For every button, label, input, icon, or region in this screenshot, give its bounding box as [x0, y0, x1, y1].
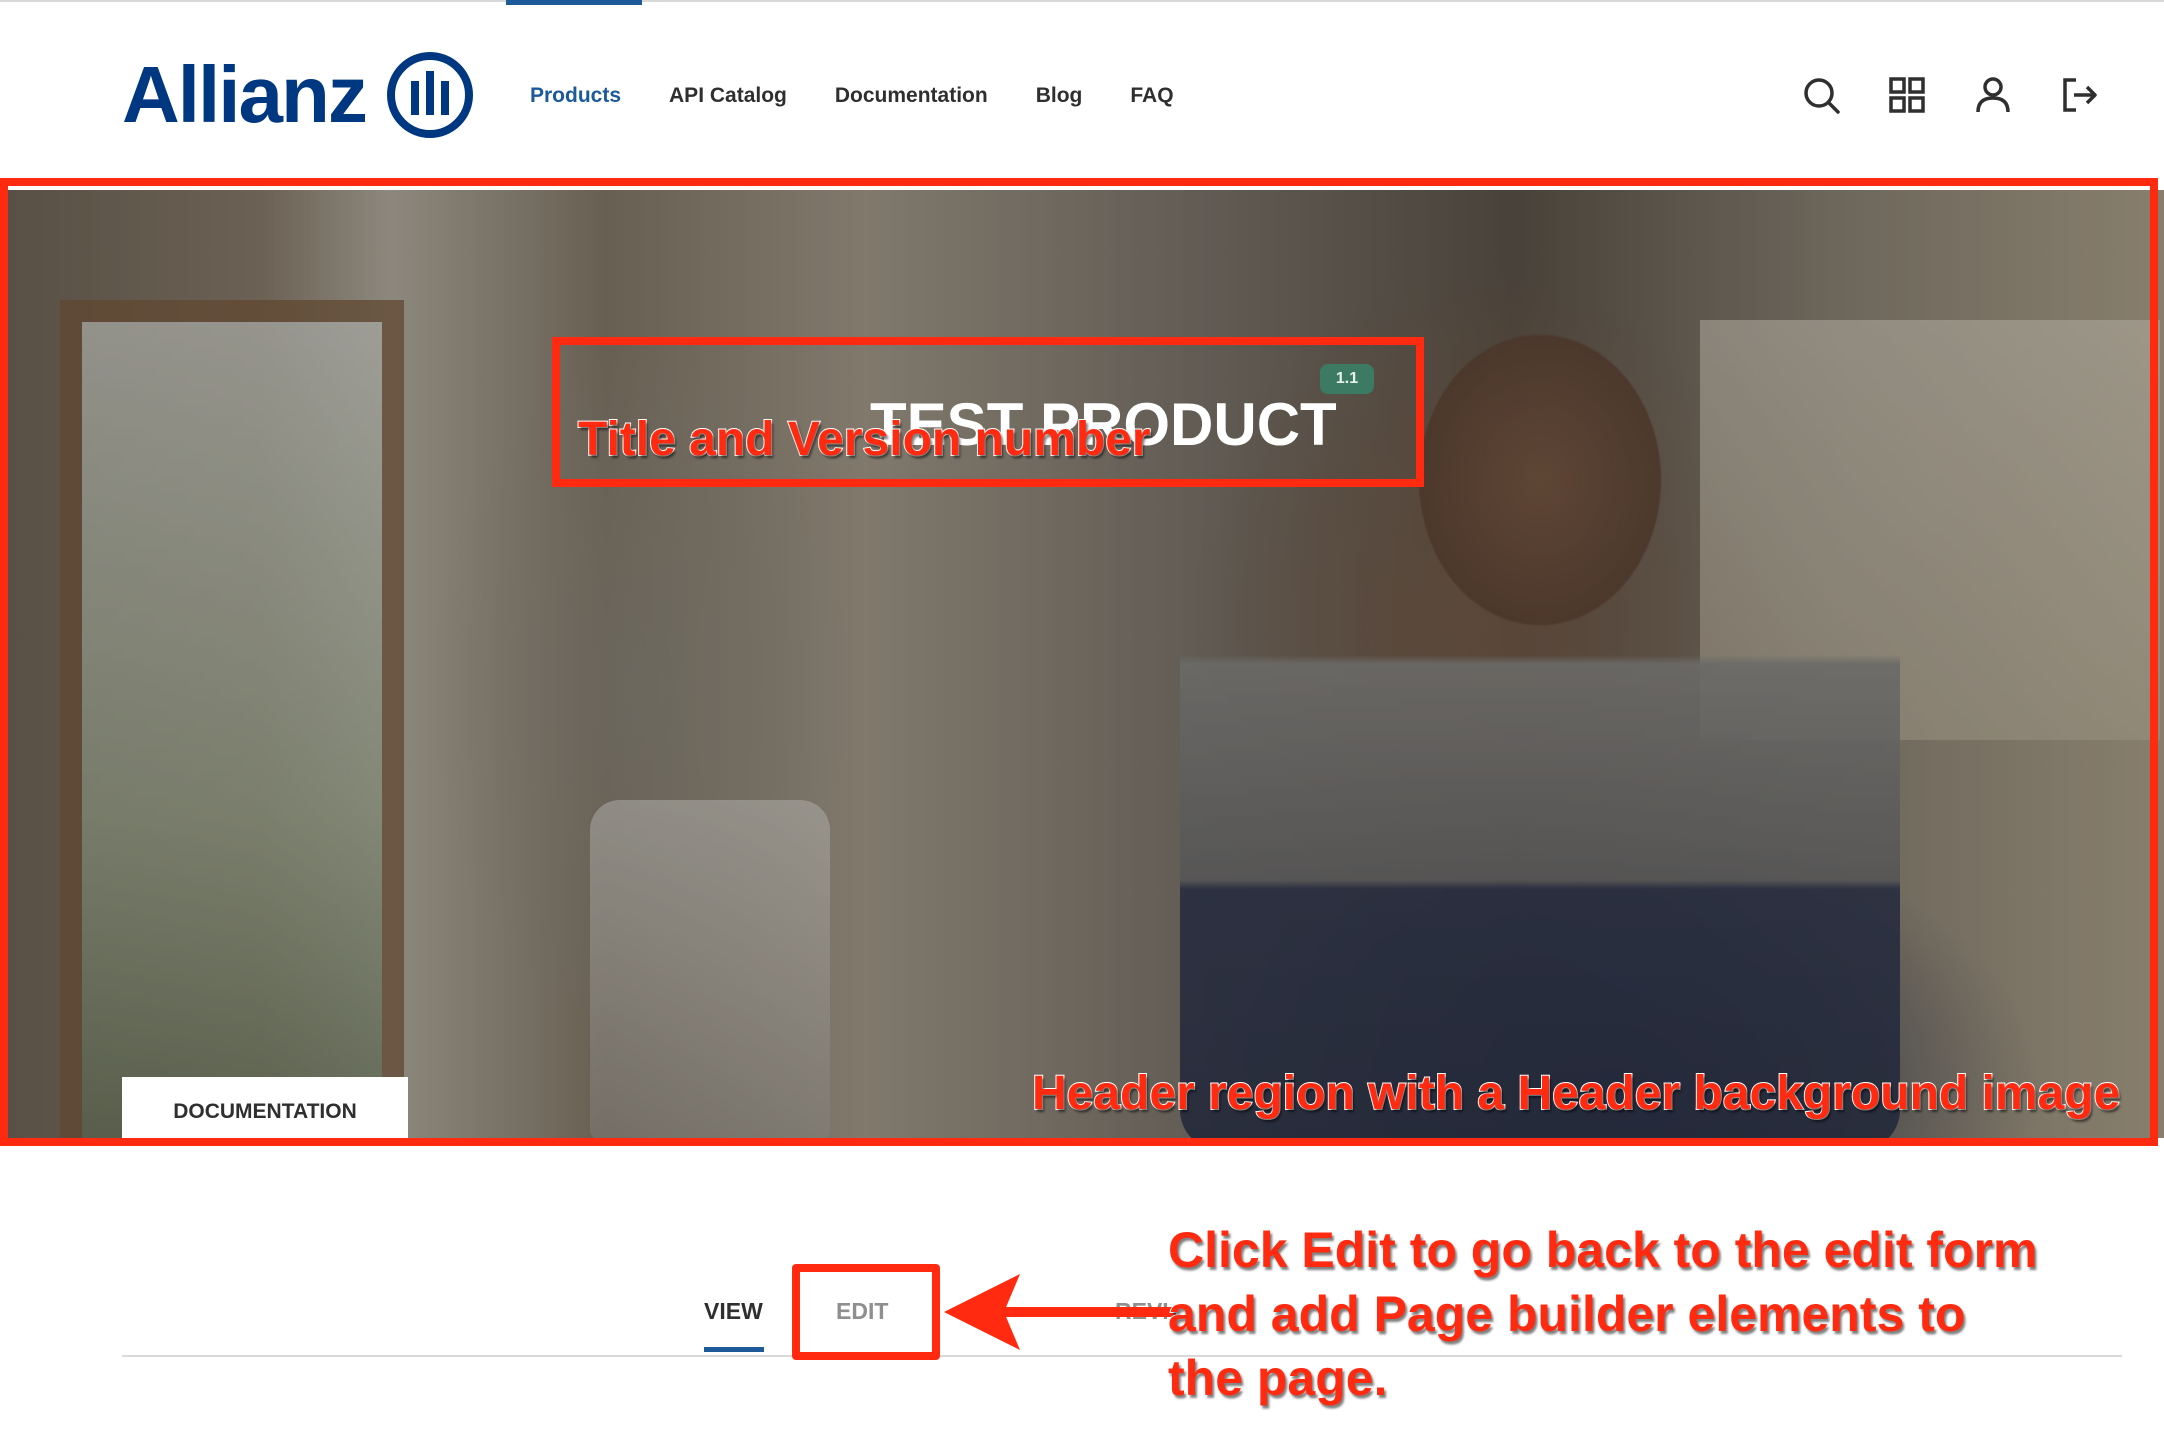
main-menu: Products API Catalog Documentation Blog …: [530, 80, 1222, 112]
logo-wordmark: Allianz: [122, 50, 368, 139]
allianz-eagle-icon: [386, 52, 473, 138]
search-icon[interactable]: [1800, 74, 1842, 116]
edit-tab-highlight: [792, 1264, 940, 1360]
logout-icon[interactable]: [2058, 74, 2100, 116]
edit-annotation-label: Click Edit to go back to the edit form a…: [1167, 1218, 2039, 1410]
nav-link-products[interactable]: Products: [530, 80, 621, 112]
header-annotation-label: Header region with a Header background i…: [1031, 1066, 2121, 1121]
title-annotation-label: Title and Version number: [577, 412, 1152, 467]
edit-annotation-line: Click Edit to go back to the edit form: [1167, 1221, 2039, 1279]
active-tab-indicator: [704, 1347, 764, 1352]
nav-link-documentation[interactable]: Documentation: [835, 80, 988, 112]
nav-link-api-catalog[interactable]: API Catalog: [669, 80, 787, 112]
grid-icon[interactable]: [1886, 74, 1928, 116]
top-navigation: Allianz Products API Catalog Documentati…: [0, 0, 2164, 178]
nav-icon-group: [1800, 74, 2100, 116]
nav-link-faq[interactable]: FAQ: [1130, 80, 1173, 112]
edit-annotation-line: and add Page builder elements to: [1167, 1285, 1966, 1343]
header-region-highlight: [0, 178, 2158, 1146]
user-icon[interactable]: [1972, 74, 2014, 116]
arrow-left-icon: [944, 1274, 1176, 1350]
nav-link-blog[interactable]: Blog: [1036, 80, 1083, 112]
allianz-logo[interactable]: Allianz: [122, 48, 474, 142]
tab-view[interactable]: VIEW: [704, 1298, 763, 1325]
edit-annotation-line: the page.: [1167, 1349, 1388, 1407]
active-nav-indicator: [506, 0, 642, 5]
